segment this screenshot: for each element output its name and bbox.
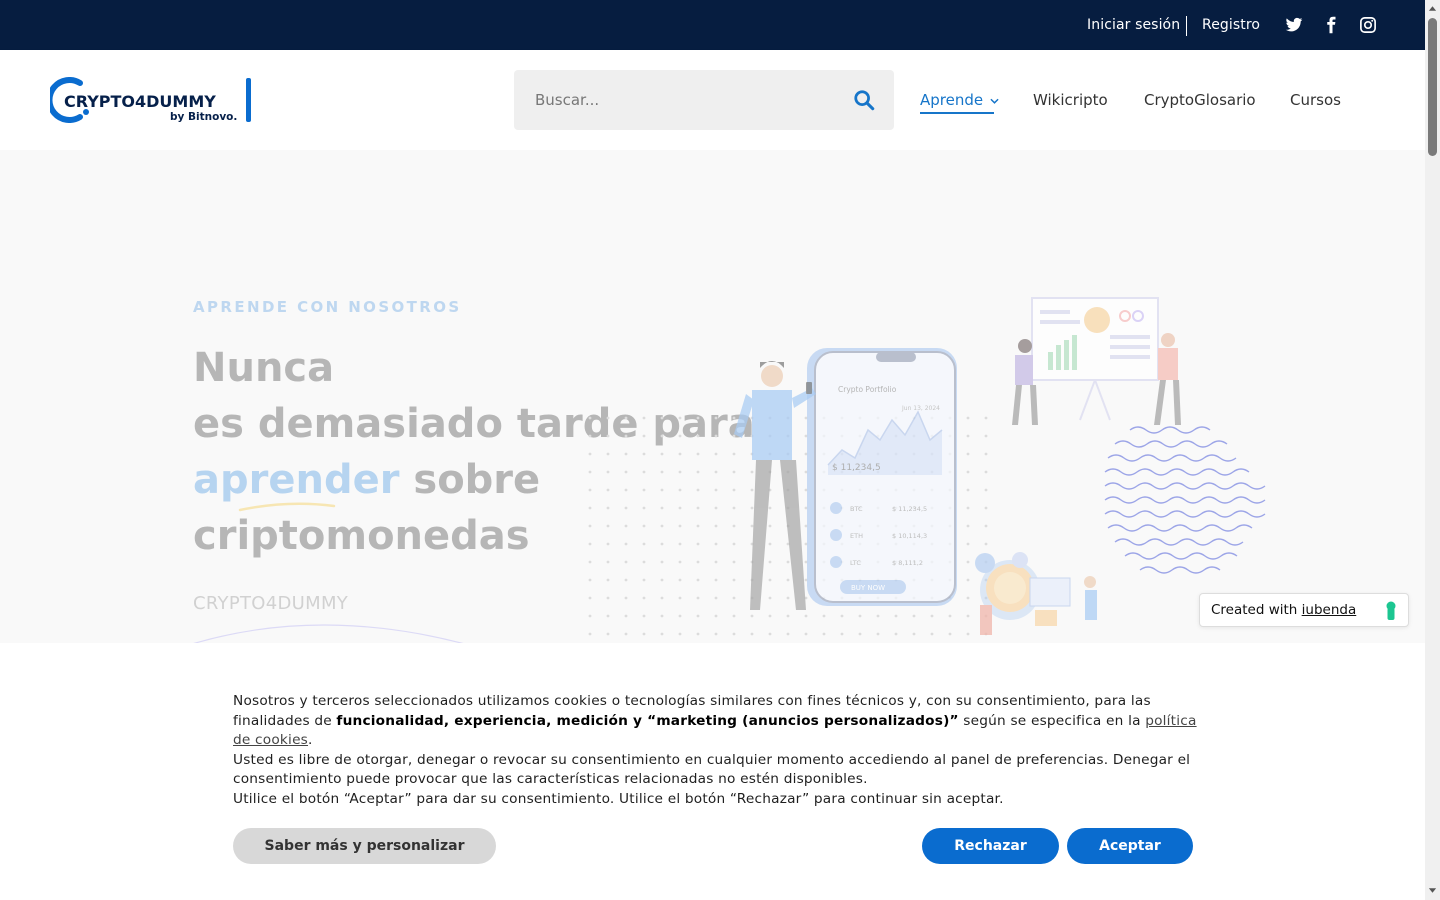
nav-wikicripto[interactable]: Wikicripto (1033, 91, 1108, 109)
phone-cta: BUY NOW (851, 584, 885, 592)
twitter-icon[interactable] (1285, 16, 1303, 34)
nav-active-underline (920, 112, 994, 114)
top-bar: Iniciar sesión Registro (0, 0, 1425, 50)
hero-section: APRENDE CON NOSOTROS Nunca es demasiado … (0, 150, 1425, 643)
search-icon[interactable] (853, 89, 875, 111)
nav-aprende-label: Aprende (920, 91, 984, 109)
iubenda-badge-prefix: Created with (1211, 602, 1302, 618)
iubenda-link[interactable]: iubenda (1302, 602, 1357, 618)
cookie-p1-b: según se especifica en la (958, 712, 1146, 729)
search-box (514, 70, 894, 130)
cookie-p1-bold: funcionalidad, experiencia, medición y “… (336, 712, 959, 729)
cookie-text: Nosotros y terceros seleccionados utiliz… (233, 692, 1198, 810)
nav-cryptoglosario[interactable]: CryptoGlosario (1144, 91, 1256, 109)
phone-row-3-value: $ 8,111,2 (892, 559, 923, 567)
iubenda-badge[interactable]: Created with iubenda (1199, 593, 1409, 627)
instagram-icon[interactable] (1359, 16, 1377, 34)
reject-button[interactable]: Rechazar (922, 828, 1059, 864)
presentation-board (1012, 297, 1181, 425)
scroll-up-arrow-icon[interactable] (1428, 4, 1437, 12)
cookie-p2: Usted es libre de otorgar, denegar o rev… (233, 751, 1191, 788)
phone-row-3-coin: LTC (850, 559, 861, 567)
phone-title: Crypto Portfolio (838, 385, 897, 394)
hero-eyebrow: APRENDE CON NOSOTROS (193, 298, 462, 316)
phone-row-1-coin: BTC (850, 505, 863, 513)
wavy-circle-decor (1104, 426, 1266, 574)
cookie-p1-end: . (308, 732, 313, 749)
phone-date: Jun 13, 2024 (901, 405, 940, 412)
iubenda-keyhole-icon (1386, 601, 1396, 620)
cookie-banner: Nosotros y terceros seleccionados utiliz… (0, 643, 1425, 900)
hero-illustration: Crypto Portfolio Jun 13, 2024 $ 11,234,5… (580, 297, 1266, 640)
crypto4dummy-logo[interactable]: CRYPTO4DUMMY by Bitnovo. (50, 77, 252, 123)
login-link[interactable]: Iniciar sesión (1087, 17, 1180, 33)
accept-button[interactable]: Aceptar (1067, 828, 1193, 864)
chevron-down-icon (990, 98, 999, 104)
learn-more-customize-button[interactable]: Saber más y personalizar (233, 828, 496, 864)
register-link[interactable]: Registro (1202, 17, 1260, 33)
phone-balance: $ 11,234,5 (832, 463, 881, 473)
highlight-underline-swash (238, 502, 336, 512)
scroll-down-arrow-icon[interactable] (1428, 887, 1437, 895)
facebook-icon[interactable] (1322, 16, 1340, 34)
scrollbar-thumb[interactable] (1428, 18, 1437, 156)
iubenda-badge-text: Created with iubenda (1211, 602, 1356, 618)
phone-row-2-value: $ 10,114,3 (892, 532, 927, 540)
cookie-p3: Utilice el botón “Aceptar” para dar su c… (233, 790, 1004, 807)
search-input[interactable] (514, 70, 834, 130)
logo-byline: by Bitnovo. (170, 111, 237, 123)
hero-brand: CRYPTO4DUMMY (193, 593, 349, 614)
logo-wordmark: CRYPTO4DUMMY (64, 92, 216, 111)
headline-line-3-rest: sobre (399, 457, 541, 503)
phone-row-1-value: $ 11,234,5 (892, 505, 927, 513)
main-header: CRYPTO4DUMMY by Bitnovo. Aprende Wikicri… (0, 50, 1425, 150)
headline-highlight: aprender (193, 457, 400, 503)
hero-decor-arc (193, 624, 464, 643)
nav-aprende[interactable]: Aprende (920, 91, 999, 109)
top-bar-divider (1186, 16, 1187, 36)
nav-cursos[interactable]: Cursos (1290, 91, 1341, 109)
phone-row-2-coin: ETH (850, 532, 863, 540)
phone-illustration: Crypto Portfolio Jun 13, 2024 $ 11,234,5… (807, 348, 957, 606)
